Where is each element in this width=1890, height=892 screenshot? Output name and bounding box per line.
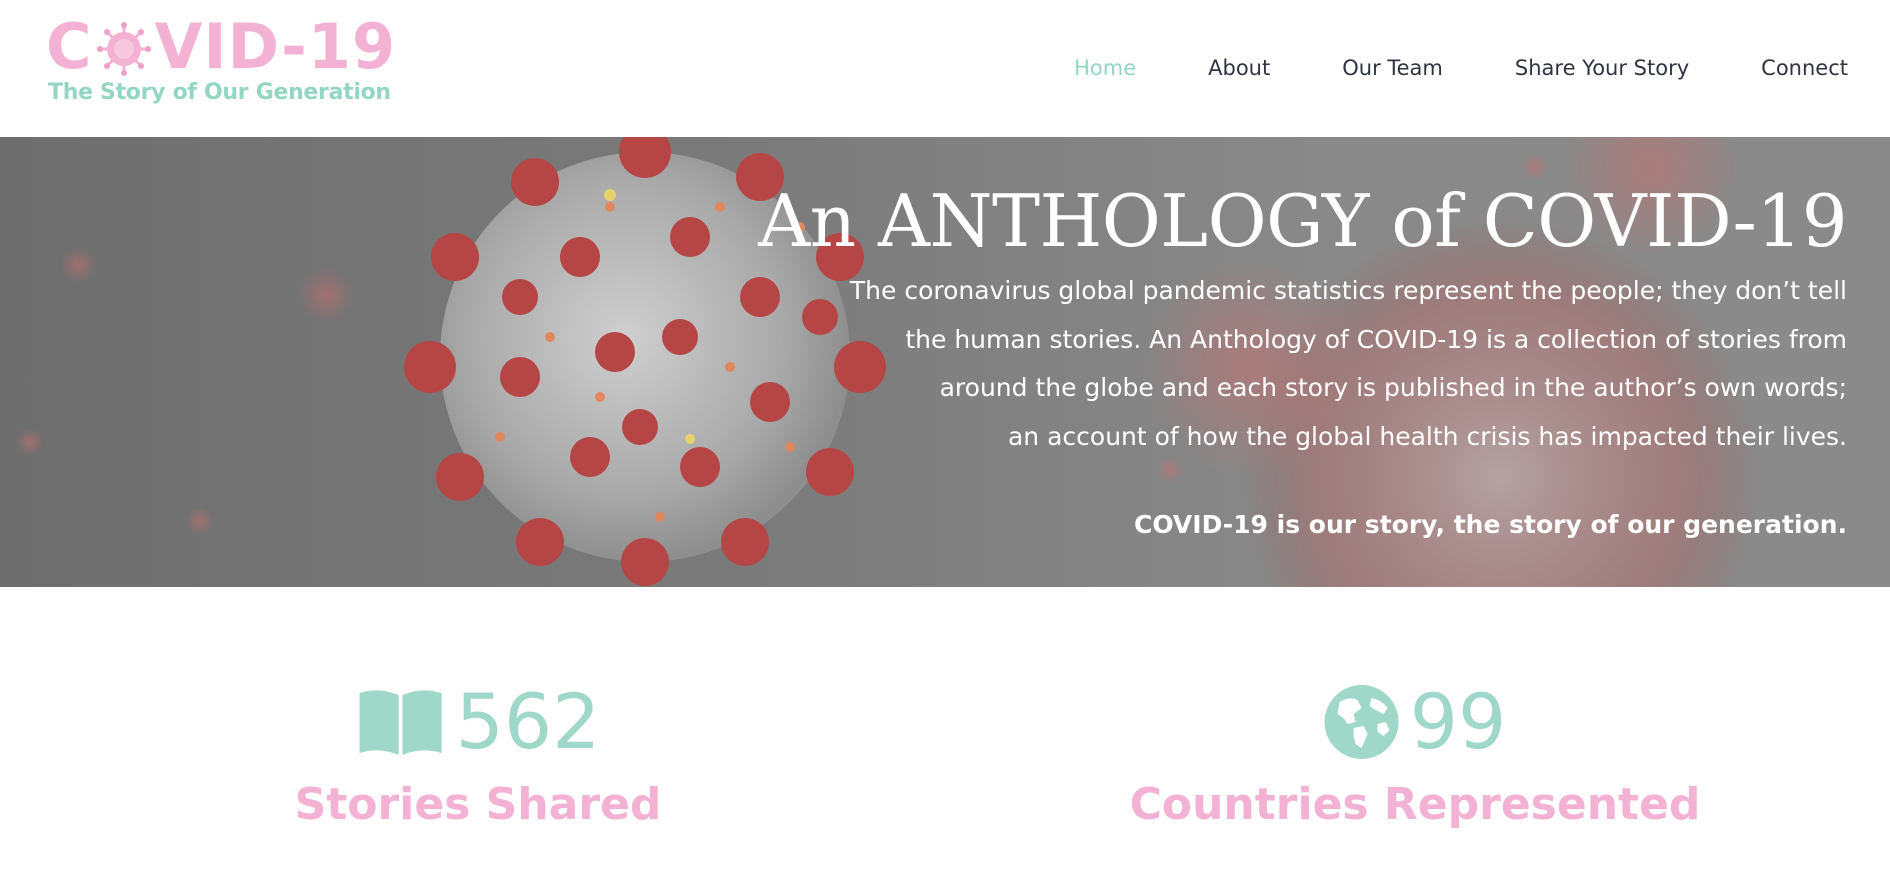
nav-about[interactable]: About	[1208, 52, 1270, 84]
hero-description: The coronavirus global pandemic statisti…	[647, 267, 1847, 461]
stat-number-row: 99	[1130, 677, 1701, 767]
stat-label: Stories Shared	[294, 779, 662, 830]
page: C VID-19 The Story of Our Generation Hom…	[0, 0, 1890, 892]
hero-description-line: around the globe and each story is publi…	[939, 373, 1847, 402]
logo-title-prefix: C	[46, 10, 93, 83]
stat-number: 562	[455, 677, 601, 766]
stat-label: Countries Represented	[1129, 779, 1701, 830]
hero-description-line: the human stories. An Anthology of COVID…	[905, 324, 1847, 354]
stat-stories: 562 Stories Shared	[295, 677, 662, 833]
nav-our-team[interactable]: Our Team	[1342, 52, 1443, 84]
nav-connect[interactable]: Connect	[1761, 52, 1848, 84]
open-book-icon	[359, 690, 442, 755]
virus-icon	[96, 22, 151, 76]
logo-title: C VID-19	[46, 14, 396, 80]
hero-title: An ANTHOLOGY of COVID-19	[758, 179, 1847, 263]
stat-number-row: 562	[295, 677, 662, 767]
main-nav: Home About Our Team Share Your Story Con…	[1002, 52, 1848, 84]
hero-description-line: an account of how the global health cris…	[1007, 421, 1847, 451]
hero-description-line: The coronavirus global pandemic statisti…	[849, 276, 1847, 305]
site-header: C VID-19 The Story of Our Generation Hom…	[0, 0, 1890, 137]
logo-title-suffix: VID-19	[154, 10, 397, 83]
stat-number: 99	[1409, 677, 1507, 766]
globe-icon	[1324, 685, 1399, 759]
stats-section: 562 Stories Shared 99 Countries Represen…	[0, 587, 1890, 892]
nav-share-your-story[interactable]: Share Your Story	[1515, 52, 1689, 84]
site-logo[interactable]: C VID-19 The Story of Our Generation	[46, 14, 395, 110]
hero-tagline: COVID-19 is our story, the story of our …	[1133, 510, 1847, 539]
stat-countries: 99 Countries Represented	[1130, 677, 1701, 833]
logo-tagline: The Story of Our Generation	[48, 80, 391, 105]
hero-text: An ANTHOLOGY of COVID-19 The coronavirus…	[647, 179, 1847, 541]
nav-home[interactable]: Home	[1074, 52, 1136, 84]
hero-banner: An ANTHOLOGY of COVID-19 The coronavirus…	[0, 137, 1890, 587]
